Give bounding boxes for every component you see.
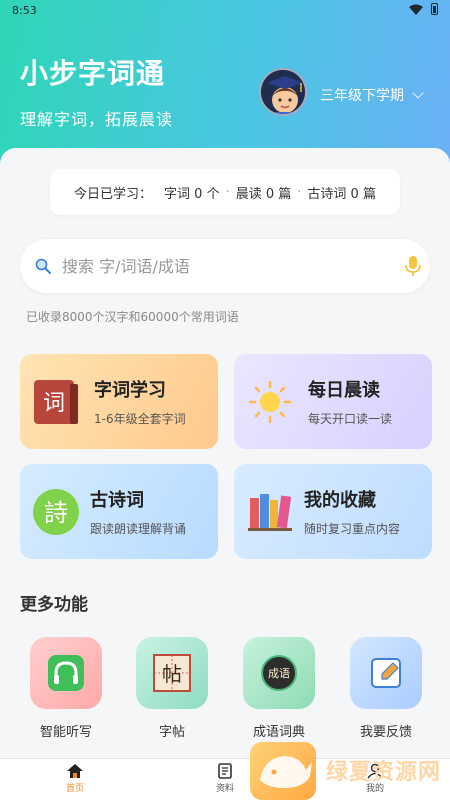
glyph-poem: 詩 (44, 499, 68, 527)
card-subtitle: 每天开口读一读 (308, 412, 393, 426)
bottom-tab-bar: 首页 资料 我的 (0, 758, 450, 800)
search-bar[interactable] (20, 239, 430, 293)
tab-mine[interactable]: 我的 (345, 763, 405, 794)
feature-label: 我要反馈 (359, 725, 412, 740)
card-title: 每日晨读 (308, 380, 380, 401)
today-stat-poems: 古诗词 0 篇 (307, 186, 376, 202)
status-time: 8:53 (12, 4, 37, 17)
card-ancient-poems[interactable]: 詩 古诗词 跟读朗读理解背诵 (20, 464, 218, 559)
chevron-down-icon (412, 86, 424, 99)
today-stat-words: 字词 0 个 (164, 186, 220, 202)
feature-icon-bg (350, 637, 422, 709)
more-features-title: 更多功能 (20, 595, 88, 615)
headphones-icon (48, 655, 84, 691)
tab-label: 资料 (215, 784, 234, 794)
card-morning-reading[interactable]: 每日晨读 每天开口读一读 (234, 354, 432, 449)
glyph-copybook: 帖 (162, 662, 182, 686)
card-title: 古诗词 (90, 490, 144, 511)
tab-label: 我的 (365, 784, 384, 794)
app-subtitle: 理解字词，拓展晨读 (20, 110, 174, 129)
copybook-icon: 帖 (153, 654, 191, 692)
separator-dot: · (225, 184, 230, 200)
feature-label: 成语词典 (252, 725, 305, 740)
search-hint: 已收录8000个汉字和60000个常用词语 (26, 310, 239, 324)
user-icon (367, 763, 383, 779)
main-content: 今日已学习： 字词 0 个 · 晨读 0 篇 · 古诗词 0 篇 已收录8000… (0, 148, 450, 758)
student-avatar-icon (261, 70, 305, 114)
sun-icon (248, 380, 292, 424)
home-icon (67, 764, 83, 778)
glyph-ci: 词 (43, 391, 65, 416)
feature-icon-bg (30, 637, 102, 709)
today-progress-card: 今日已学习： 字词 0 个 · 晨读 0 篇 · 古诗词 0 篇 (50, 169, 400, 215)
feature-dictation[interactable]: 智能听写 (21, 637, 111, 740)
separator-dot: · (297, 184, 302, 200)
books-icon (248, 494, 292, 531)
wifi-icon (409, 4, 423, 15)
card-word-study[interactable]: 词 字词学习 1-6年级全套字词 (20, 354, 218, 449)
idiom-icon: 成语 (261, 655, 297, 691)
card-subtitle: 随时复习重点内容 (304, 522, 401, 536)
card-subtitle: 跟读朗读理解背诵 (90, 522, 187, 536)
edit-icon (371, 658, 401, 688)
avatar[interactable] (259, 68, 307, 116)
card-subtitle: 1-6年级全套字词 (94, 412, 186, 426)
status-bar: 8:53 (0, 0, 450, 22)
feature-feedback[interactable]: 我要反馈 (341, 637, 431, 740)
card-title: 字词学习 (94, 380, 166, 401)
search-icon (35, 258, 51, 274)
poem-icon: 詩 (33, 489, 79, 535)
today-stat-reading: 晨读 0 篇 (235, 186, 292, 202)
search-input[interactable] (62, 253, 362, 279)
book-ci-icon: 词 (34, 380, 78, 424)
microphone-icon[interactable] (404, 255, 422, 277)
feature-label: 字帖 (158, 725, 185, 740)
feature-icon-bg: 成语 (243, 637, 315, 709)
tab-home[interactable]: 首页 (45, 763, 105, 794)
grade-select[interactable]: 三年级下学期 (320, 85, 424, 105)
app-title: 小步字词通 (20, 57, 166, 90)
feature-label: 智能听写 (39, 725, 92, 740)
feature-idiom-dictionary[interactable]: 成语 成语词典 (234, 637, 324, 740)
today-label: 今日已学习： (74, 186, 153, 202)
glyph-idiom: 成语 (268, 667, 290, 680)
document-icon (218, 763, 232, 779)
card-favorites[interactable]: 我的收藏 随时复习重点内容 (234, 464, 432, 559)
tab-label: 首页 (65, 784, 84, 794)
status-icons (409, 3, 438, 15)
card-title: 我的收藏 (304, 490, 376, 511)
feature-copybook[interactable]: 帖 字帖 (127, 637, 217, 740)
battery-icon (431, 3, 438, 15)
grade-label: 三年级下学期 (320, 88, 404, 104)
feature-icon-bg: 帖 (136, 637, 208, 709)
tab-materials[interactable]: 资料 (195, 763, 255, 794)
